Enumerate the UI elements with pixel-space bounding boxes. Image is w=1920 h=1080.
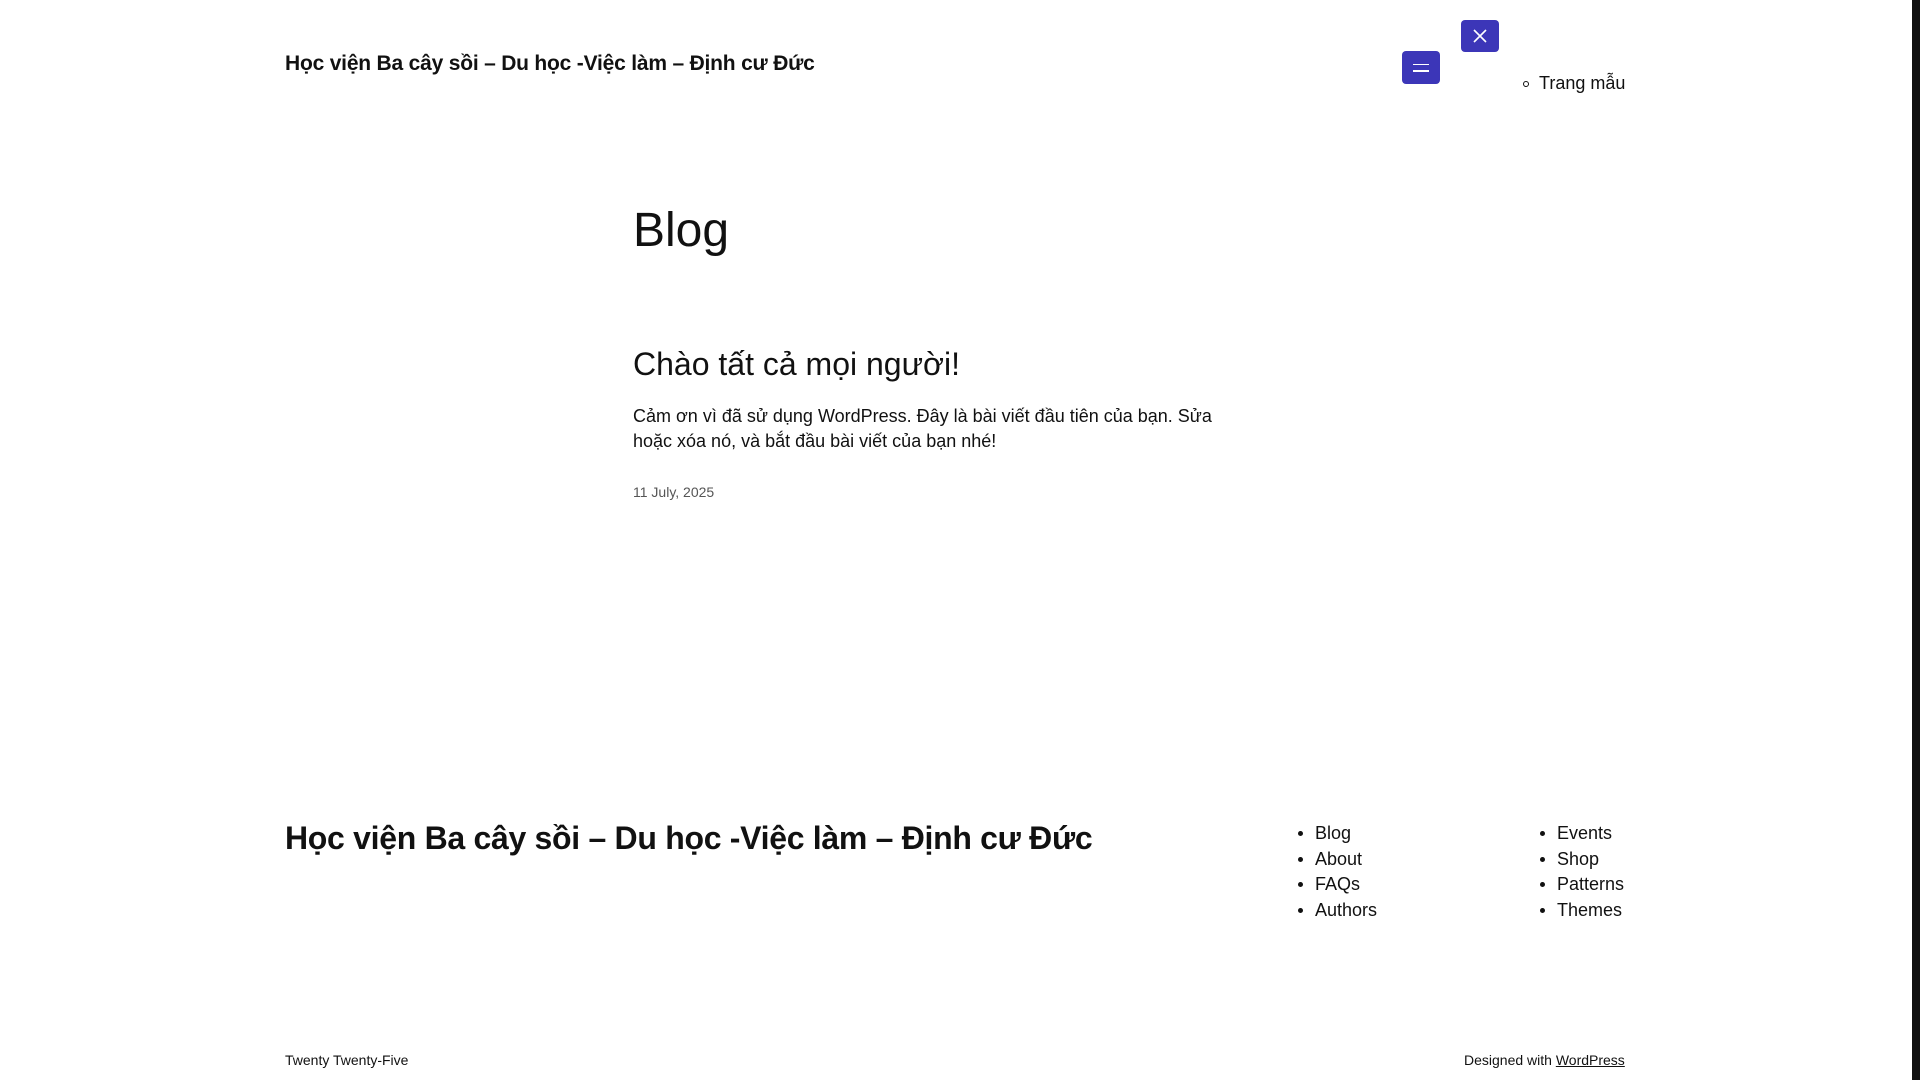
post-date[interactable]: 11 July, 2025 [633, 484, 714, 500]
list-bullet-icon [1298, 907, 1303, 913]
close-icon [1473, 29, 1487, 43]
footer-nav-item-events: Events [1540, 821, 1624, 847]
overlay-menu-item-trang-mau[interactable]: Trang mẫu [1523, 73, 1625, 94]
list-bullet-icon [1540, 856, 1545, 862]
list-bullet-icon [1298, 831, 1303, 837]
footer-nav-primary: Blog About FAQs Authors [1298, 821, 1377, 923]
designed-with-credit: Designed with WordPress [1464, 1052, 1625, 1068]
list-bullet-icon [1298, 856, 1303, 862]
page-title: Blog [633, 204, 730, 257]
footer-nav-item-blog: Blog [1298, 821, 1377, 847]
footer-link-patterns[interactable]: Patterns [1557, 872, 1624, 898]
overlay-menu-item-label: Trang mẫu [1539, 73, 1626, 93]
footer-link-themes[interactable]: Themes [1557, 898, 1622, 924]
menu-close-button[interactable] [1461, 20, 1499, 52]
post-title-link[interactable]: Chào tất cả mọi người! [633, 346, 960, 383]
footer-link-about[interactable]: About [1315, 847, 1362, 873]
wordpress-link[interactable]: WordPress [1556, 1052, 1625, 1068]
menu-open-button[interactable] [1402, 51, 1440, 84]
footer-nav-item-faqs: FAQs [1298, 872, 1377, 898]
post-excerpt: Cảm ơn vì đã sử dụng WordPress. Đây là b… [633, 406, 1212, 451]
footer-link-shop[interactable]: Shop [1557, 847, 1599, 873]
footer-nav-item-about: About [1298, 847, 1377, 873]
list-bullet-icon [1523, 80, 1529, 87]
footer-link-faqs[interactable]: FAQs [1315, 872, 1360, 898]
list-bullet-icon [1540, 907, 1545, 913]
list-bullet-icon [1540, 831, 1545, 837]
list-bullet-icon [1298, 882, 1303, 888]
footer-site-title[interactable]: Học viện Ba cây sồi – Du học -Việc làm –… [285, 820, 1093, 857]
overlay-menu: Trang mẫu [1523, 73, 1625, 94]
footer-link-authors[interactable]: Authors [1315, 898, 1377, 924]
footer-link-events[interactable]: Events [1557, 821, 1612, 847]
footer-nav-item-authors: Authors [1298, 898, 1377, 924]
page: Học viện Ba cây sồi – Du học -Việc làm –… [0, 0, 1920, 1080]
hamburger-icon [1413, 63, 1429, 65]
designed-with-text: Designed with [1464, 1052, 1552, 1068]
list-bullet-icon [1540, 882, 1545, 888]
hamburger-icon-bar [1413, 70, 1429, 72]
footer-link-blog[interactable]: Blog [1315, 821, 1351, 847]
theme-credit: Twenty Twenty-Five [285, 1052, 409, 1068]
scrollbar-edge [1912, 0, 1920, 1080]
site-title[interactable]: Học viện Ba cây sồi – Du học -Việc làm –… [285, 52, 815, 76]
footer-nav-item-patterns: Patterns [1540, 872, 1624, 898]
footer-nav-secondary: Events Shop Patterns Themes [1540, 821, 1624, 923]
footer-nav-item-themes: Themes [1540, 898, 1624, 924]
footer-nav-item-shop: Shop [1540, 847, 1624, 873]
